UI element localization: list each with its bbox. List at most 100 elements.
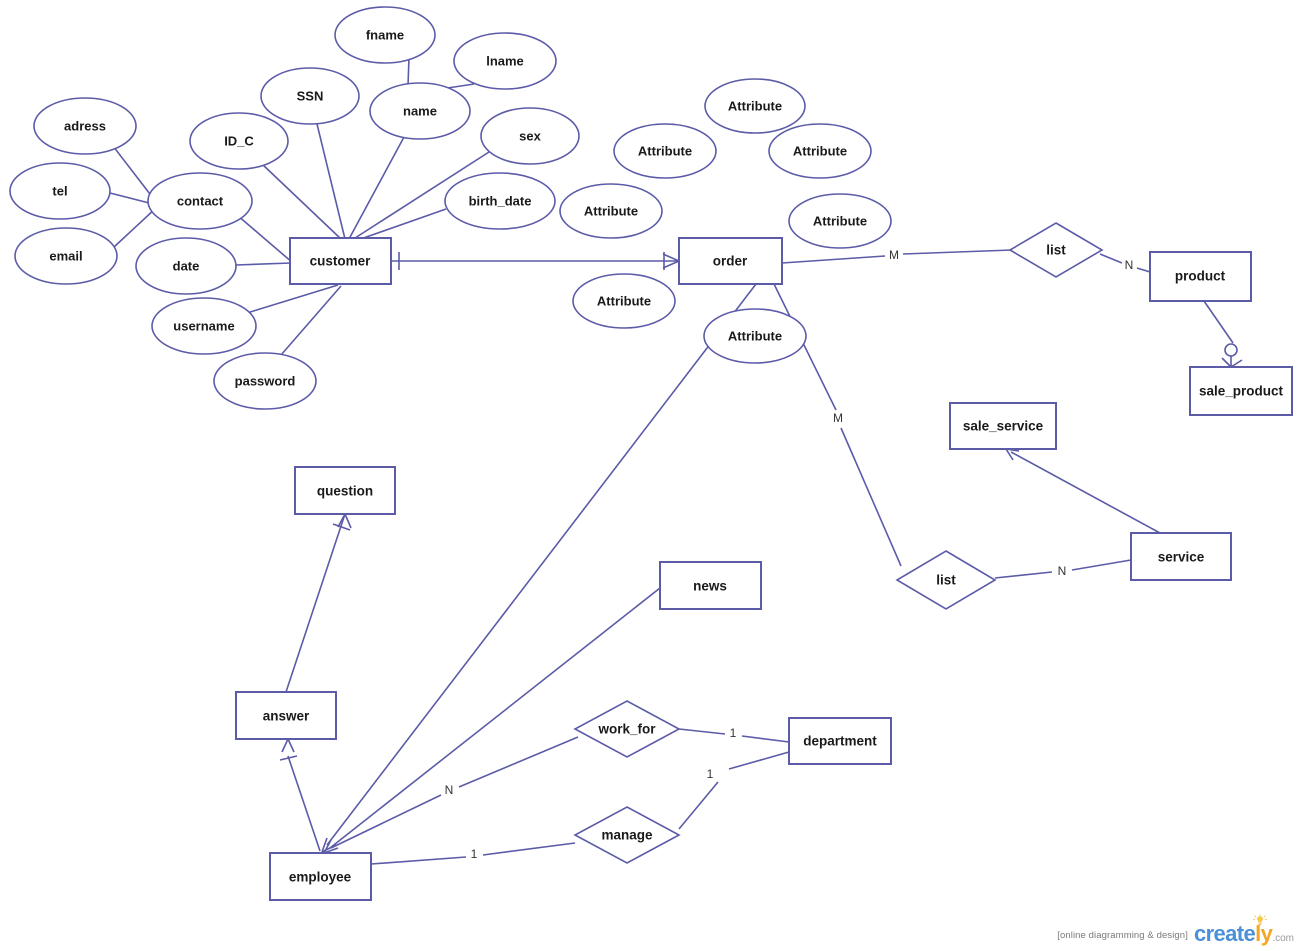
entity-label: employee: [289, 870, 352, 885]
relationship-label: list: [1046, 243, 1066, 258]
conn-employee-manage-b: [482, 842, 576, 856]
entity-label: order: [713, 254, 748, 269]
entity-label: department: [803, 734, 877, 749]
conn-workfor-department-b: [741, 735, 790, 743]
attribute-label: name: [403, 103, 437, 118]
entity-node-department[interactable]: department: [788, 717, 892, 765]
conn-birthdate-customer: [354, 208, 447, 242]
attribute-node-birth-date[interactable]: birth_date: [444, 172, 556, 230]
attribute-label: Attribute: [597, 293, 651, 308]
watermark-brand-create: create: [1193, 921, 1256, 946]
entity-node-sale-service[interactable]: sale_service: [949, 402, 1057, 450]
attribute-node-tel[interactable]: tel: [9, 162, 111, 220]
entity-node-product[interactable]: product: [1149, 251, 1252, 302]
conn-list-product: [1099, 253, 1123, 264]
conn-fname-name: [407, 56, 410, 87]
entity-node-sale-product[interactable]: sale_product: [1189, 366, 1293, 416]
entity-node-order[interactable]: order: [678, 237, 783, 285]
entity-label: question: [317, 484, 373, 499]
entity-label: news: [693, 579, 727, 594]
entity-label: customer: [310, 254, 372, 269]
conn-order-list: [781, 255, 886, 264]
relationship-node-list-product[interactable]: list: [1008, 222, 1104, 278]
attribute-node-fname[interactable]: fname: [334, 6, 436, 64]
conn-employee-manage: [370, 856, 467, 865]
attribute-node-lname[interactable]: lname: [453, 32, 557, 90]
entity-label: answer: [263, 709, 310, 724]
cardinality-label-list2-service: N: [1058, 564, 1067, 578]
relationship-node-work-for[interactable]: work_for: [573, 700, 681, 758]
conn-employee-answer-crowfoot: [281, 738, 295, 753]
cardinality-label-order-list2: M: [833, 411, 843, 425]
attribute-node-contact[interactable]: contact: [147, 172, 253, 230]
attribute-label: Attribute: [638, 143, 692, 158]
conn-order-list-b: [902, 249, 1013, 255]
attribute-node-id-c[interactable]: ID_C: [189, 112, 289, 170]
attribute-label: adress: [64, 118, 106, 133]
conn-product-saleproduct-crowfoot: [1221, 356, 1243, 368]
creately-logo: creately.com: [1193, 914, 1294, 946]
entity-label: product: [1175, 269, 1226, 284]
cardinality-label-list-product: N: [1125, 258, 1134, 272]
cardinality-label-order-list: M: [889, 248, 899, 262]
conn-email-contact: [113, 207, 157, 248]
entity-node-customer[interactable]: customer: [289, 237, 392, 285]
relationship-label: list: [936, 573, 956, 588]
watermark-tagline: [online diagramming & design]: [1057, 930, 1188, 941]
attribute-node-username[interactable]: username: [151, 297, 257, 355]
attribute-node-ssn[interactable]: SSN: [260, 67, 360, 125]
relationship-label: manage: [601, 828, 653, 843]
conn-ssn-customer: [316, 123, 346, 240]
attribute-label: email: [49, 248, 82, 263]
conn-tel-contact: [109, 192, 154, 205]
cardinality-label-employee-workfor: N: [445, 783, 454, 797]
attribute-node-generic-5[interactable]: Attribute: [788, 193, 892, 249]
conn-username-customer: [246, 284, 339, 314]
attribute-label: Attribute: [584, 203, 638, 218]
attribute-node-sex[interactable]: sex: [480, 107, 580, 165]
entity-node-employee[interactable]: employee: [269, 852, 372, 901]
attribute-label: fname: [366, 27, 404, 42]
attribute-node-generic-2[interactable]: Attribute: [613, 123, 717, 179]
conn-list2-service: [994, 571, 1053, 579]
conn-product-saleproduct-zero-circle: [1224, 343, 1238, 357]
relationship-node-manage[interactable]: manage: [573, 806, 681, 864]
attribute-node-date[interactable]: date: [135, 237, 237, 295]
attribute-node-adress[interactable]: adress: [33, 97, 137, 155]
entity-node-question[interactable]: question: [294, 466, 396, 515]
attribute-node-generic-4[interactable]: Attribute: [559, 183, 663, 239]
relationship-label: work_for: [597, 722, 656, 737]
entity-node-news[interactable]: news: [659, 561, 762, 610]
watermark-brand-tld: .com: [1272, 933, 1294, 944]
entity-label: service: [1158, 550, 1205, 565]
attribute-node-email[interactable]: email: [14, 227, 118, 285]
conn-workfor-department: [678, 728, 726, 735]
conn-employee-answer: [287, 755, 321, 852]
attribute-node-generic-7[interactable]: Attribute: [703, 308, 807, 364]
conn-service-saleservice: [1010, 451, 1161, 534]
lightbulb-icon: [1253, 914, 1267, 925]
attribute-node-generic-3[interactable]: Attribute: [768, 123, 872, 179]
entity-node-answer[interactable]: answer: [235, 691, 337, 740]
conn-product-saleproduct: [1203, 300, 1234, 344]
attribute-node-generic-6[interactable]: Attribute: [572, 273, 676, 329]
attribute-node-password[interactable]: password: [213, 352, 317, 410]
cardinality-label-employee-manage: 1: [471, 847, 478, 861]
conn-list2-service-b: [1071, 559, 1132, 571]
attribute-label: lname: [486, 53, 524, 68]
entity-node-service[interactable]: service: [1130, 532, 1232, 581]
attribute-label: username: [173, 318, 234, 333]
attribute-label: Attribute: [813, 213, 867, 228]
attribute-node-generic-1[interactable]: Attribute: [704, 78, 806, 134]
attribute-label: birth_date: [469, 193, 532, 208]
attribute-label: password: [235, 373, 296, 388]
attribute-label: contact: [177, 193, 224, 208]
er-diagram-canvas: fname lname SSN name ID_C sex adress tel…: [0, 0, 1302, 951]
conn-list-product-b: [1136, 267, 1151, 273]
conn-employee-workfor-b: [458, 736, 579, 788]
attribute-label: date: [173, 258, 200, 273]
attribute-layer: fname lname SSN name ID_C sex adress tel…: [9, 6, 892, 410]
relationship-node-list-service[interactable]: list: [895, 550, 997, 610]
attribute-node-name[interactable]: name: [369, 82, 471, 140]
attribute-label: Attribute: [793, 143, 847, 158]
